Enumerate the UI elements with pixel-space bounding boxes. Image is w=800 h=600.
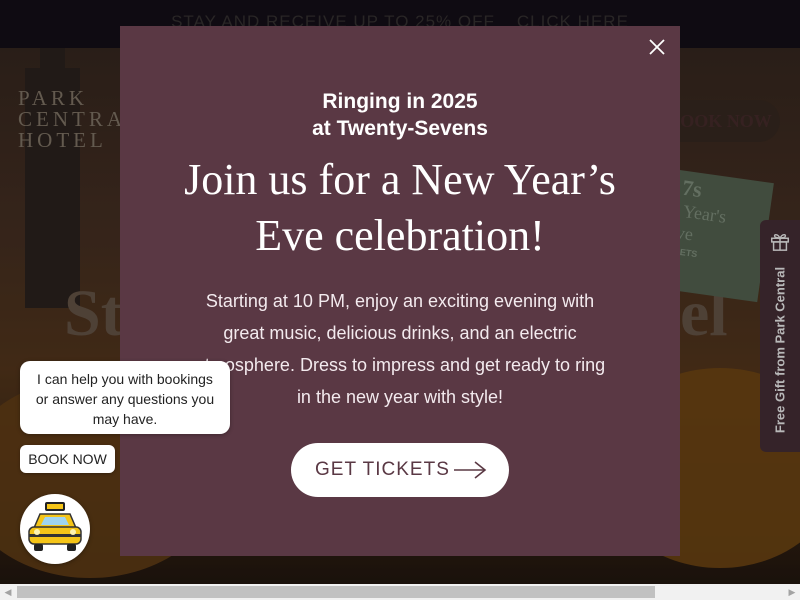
scroll-left-icon[interactable]: ◀ <box>0 584 16 600</box>
get-tickets-button[interactable]: GET TICKETS <box>291 443 509 497</box>
get-tickets-label: GET TICKETS <box>315 459 450 480</box>
scroll-right-icon[interactable]: ▶ <box>784 584 800 600</box>
chat-book-now-button[interactable]: BOOK NOW <box>20 445 115 473</box>
taxi-icon <box>28 502 82 551</box>
chat-message-text: I can help you with bookings or answer a… <box>35 371 215 427</box>
arrow-right-icon <box>454 461 487 479</box>
modal-title-line: Join us for a New Year’s <box>184 155 616 204</box>
horizontal-scrollbar[interactable]: ◀ ▶ <box>0 584 800 600</box>
modal-subtitle-line: Ringing in 2025 <box>322 90 478 113</box>
scrollbar-thumb[interactable] <box>17 586 655 598</box>
modal-title-line: Eve celebration! <box>255 211 545 260</box>
chat-launcher[interactable] <box>20 494 90 564</box>
close-icon[interactable] <box>646 36 668 58</box>
modal-subtitle: Ringing in 2025 at Twenty-Sevens <box>120 88 680 142</box>
modal-subtitle-line: at Twenty-Sevens <box>312 117 488 140</box>
chat-message-bubble[interactable]: I can help you with bookings or answer a… <box>20 361 230 434</box>
modal-body-text: Starting at 10 PM, enjoy an exciting eve… <box>194 291 606 407</box>
nye-modal: Ringing in 2025 at Twenty-Sevens Join us… <box>120 26 680 556</box>
modal-title: Join us for a New Year’s Eve celebration… <box>120 152 680 264</box>
